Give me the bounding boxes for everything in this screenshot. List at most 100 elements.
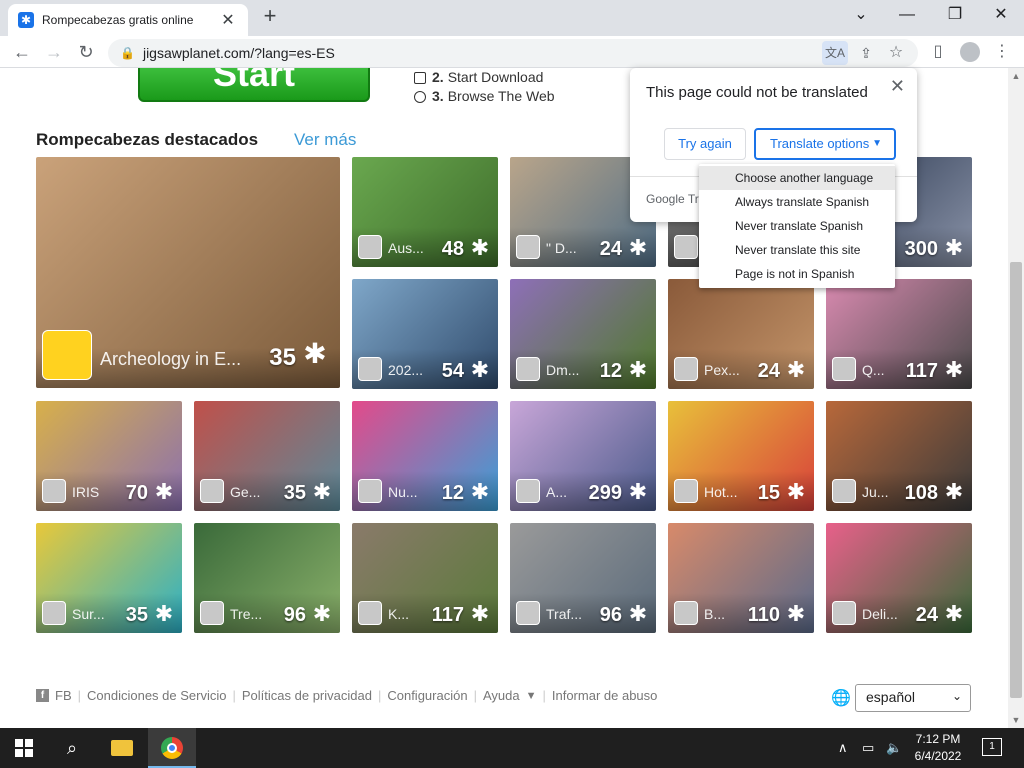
author-avatar[interactable] xyxy=(832,479,856,503)
puzzle-tile[interactable]: Ge... 35 ✱ xyxy=(194,401,340,511)
puzzle-tile[interactable]: Tre... 96 ✱ xyxy=(194,523,340,633)
share-icon[interactable]: ⇪ xyxy=(854,41,878,65)
network-icon[interactable]: ▭ xyxy=(862,728,874,768)
puzzle-piece-icon: ✱ xyxy=(470,235,490,260)
translate-options-button[interactable]: Translate options ▼ xyxy=(754,128,896,160)
piece-count: 24 xyxy=(915,604,938,626)
profile-avatar-icon[interactable] xyxy=(958,40,982,64)
menu-item-not-in-spanish[interactable]: Page is not in Spanish xyxy=(699,262,895,286)
author-avatar[interactable] xyxy=(674,601,698,625)
reload-icon[interactable]: ↻ xyxy=(74,40,98,64)
puzzle-tile[interactable]: IRIS 70 ✱ xyxy=(36,401,182,511)
piece-count: 35 xyxy=(283,482,306,504)
volume-icon[interactable]: 🔈 xyxy=(886,728,902,768)
tray-chevron-icon[interactable]: ∧ xyxy=(838,728,848,768)
page-scrollbar[interactable]: ▲ ▼ xyxy=(1008,68,1024,728)
menu-item-never-translate-site[interactable]: Never translate this site xyxy=(699,238,895,262)
start-menu-icon[interactable] xyxy=(0,728,48,768)
author-avatar[interactable] xyxy=(358,235,382,259)
puzzle-tile[interactable]: Aus... 48 ✱ xyxy=(352,157,498,267)
scroll-down-icon[interactable]: ▼ xyxy=(1008,712,1024,728)
puzzle-tile[interactable]: Nu... 12 ✱ xyxy=(352,401,498,511)
tab-close-icon[interactable]: ✕ xyxy=(218,10,238,30)
author-avatar[interactable] xyxy=(358,357,382,381)
footer-link-report-abuse[interactable]: Informar de abuso xyxy=(552,688,658,703)
try-again-button[interactable]: Try again xyxy=(664,128,746,160)
author-avatar[interactable] xyxy=(516,235,540,259)
menu-item-never-translate-language[interactable]: Never translate Spanish xyxy=(699,214,895,238)
footer-link-help[interactable]: Ayuda xyxy=(483,688,520,703)
start-button[interactable]: Start xyxy=(138,68,370,102)
see-more-link[interactable]: Ver más xyxy=(294,130,356,150)
notification-icon[interactable]: 1 xyxy=(982,738,1002,756)
author-avatar[interactable] xyxy=(358,601,382,625)
puzzle-tile[interactable]: Ju... 108 ✱ xyxy=(826,401,972,511)
author-avatar[interactable] xyxy=(516,479,540,503)
author-avatar[interactable] xyxy=(200,601,224,625)
puzzle-tile[interactable]: Pex... 24 ✱ xyxy=(668,279,814,389)
language-select[interactable]: español ⌄ xyxy=(855,684,971,712)
search-icon[interactable]: ⌕ xyxy=(48,728,96,768)
footer-link-settings[interactable]: Configuración xyxy=(387,688,467,703)
menu-kebab-icon[interactable]: ⋮ xyxy=(990,40,1014,64)
puzzle-tile[interactable]: Archeology in E... 35 ✱ xyxy=(36,157,340,388)
chrome-taskbar-icon[interactable] xyxy=(148,728,196,768)
system-clock[interactable]: 7:12 PM 6/4/2022 xyxy=(908,731,968,765)
side-panel-icon[interactable]: ▯ xyxy=(926,40,950,64)
address-bar[interactable]: 🔒 jigsawplanet.com/?lang=es-ES 文A ⇪ ☆ xyxy=(108,39,918,67)
footer-link-terms[interactable]: Condiciones de Servicio xyxy=(87,688,226,703)
language-select-value: español xyxy=(866,689,916,705)
minimize-icon[interactable]: — xyxy=(884,0,930,30)
menu-item-always-translate[interactable]: Always translate Spanish xyxy=(699,190,895,214)
author-avatar[interactable] xyxy=(42,601,66,625)
puzzle-piece-icon: ✱ xyxy=(944,357,964,382)
puzzle-piece-icon: ✱ xyxy=(628,235,648,260)
lock-icon[interactable]: 🔒 xyxy=(120,46,135,60)
puzzle-name: Sur... xyxy=(72,606,105,622)
author-avatar[interactable] xyxy=(674,357,698,381)
author-avatar[interactable] xyxy=(358,479,382,503)
puzzle-piece-icon: ✱ xyxy=(786,601,806,626)
footer-link-privacy[interactable]: Políticas de privacidad xyxy=(242,688,372,703)
restore-icon[interactable]: ❐ xyxy=(932,0,978,30)
file-explorer-icon[interactable] xyxy=(98,728,146,768)
author-avatar[interactable] xyxy=(832,601,856,625)
piece-count: 96 xyxy=(283,604,306,626)
puzzle-name: Q... xyxy=(862,362,885,378)
forward-icon[interactable]: → xyxy=(42,40,66,64)
new-tab-button[interactable]: + xyxy=(258,5,282,29)
author-avatar[interactable] xyxy=(516,357,540,381)
facebook-icon[interactable]: f xyxy=(36,689,49,702)
puzzle-tile[interactable]: Dm... 12 ✱ xyxy=(510,279,656,389)
author-avatar[interactable] xyxy=(674,235,698,259)
puzzle-tile[interactable]: Traf... 96 ✱ xyxy=(510,523,656,633)
tab-search-icon[interactable]: ⌄ xyxy=(838,0,884,30)
translate-icon[interactable]: 文A xyxy=(822,41,848,65)
help-caret-icon[interactable]: ▼ xyxy=(526,690,537,702)
bookmark-star-icon[interactable]: ☆ xyxy=(884,41,908,65)
scroll-up-icon[interactable]: ▲ xyxy=(1008,68,1024,84)
browser-tab[interactable]: ✱ Rompecabezas gratis online ✕ xyxy=(8,4,248,36)
puzzle-tile[interactable]: K... 117 ✱ xyxy=(352,523,498,633)
puzzle-tile[interactable]: A... 299 ✱ xyxy=(510,401,656,511)
author-avatar[interactable] xyxy=(516,601,540,625)
puzzle-tile[interactable]: Q... 117 ✱ xyxy=(826,279,972,389)
author-avatar[interactable] xyxy=(674,479,698,503)
window-close-icon[interactable]: ✕ xyxy=(978,0,1024,30)
author-avatar[interactable] xyxy=(200,479,224,503)
back-icon[interactable]: ← xyxy=(10,40,34,64)
close-icon[interactable]: ✕ xyxy=(890,76,905,97)
author-avatar[interactable] xyxy=(42,330,92,380)
clock-time: 7:12 PM xyxy=(915,732,961,746)
author-avatar[interactable] xyxy=(42,479,66,503)
puzzle-tile[interactable]: Sur... 35 ✱ xyxy=(36,523,182,633)
scrollbar-thumb[interactable] xyxy=(1010,262,1022,698)
footer-link-fb[interactable]: FB xyxy=(55,688,72,703)
puzzle-name: B... xyxy=(704,606,726,622)
puzzle-tile[interactable]: Hot... 15 ✱ xyxy=(668,401,814,511)
author-avatar[interactable] xyxy=(832,357,856,381)
puzzle-tile[interactable]: 202... 54 ✱ xyxy=(352,279,498,389)
menu-item-choose-language[interactable]: Choose another language xyxy=(699,166,895,190)
puzzle-tile[interactable]: B... 110 ✱ xyxy=(668,523,814,633)
puzzle-tile[interactable]: Deli... 24 ✱ xyxy=(826,523,972,633)
